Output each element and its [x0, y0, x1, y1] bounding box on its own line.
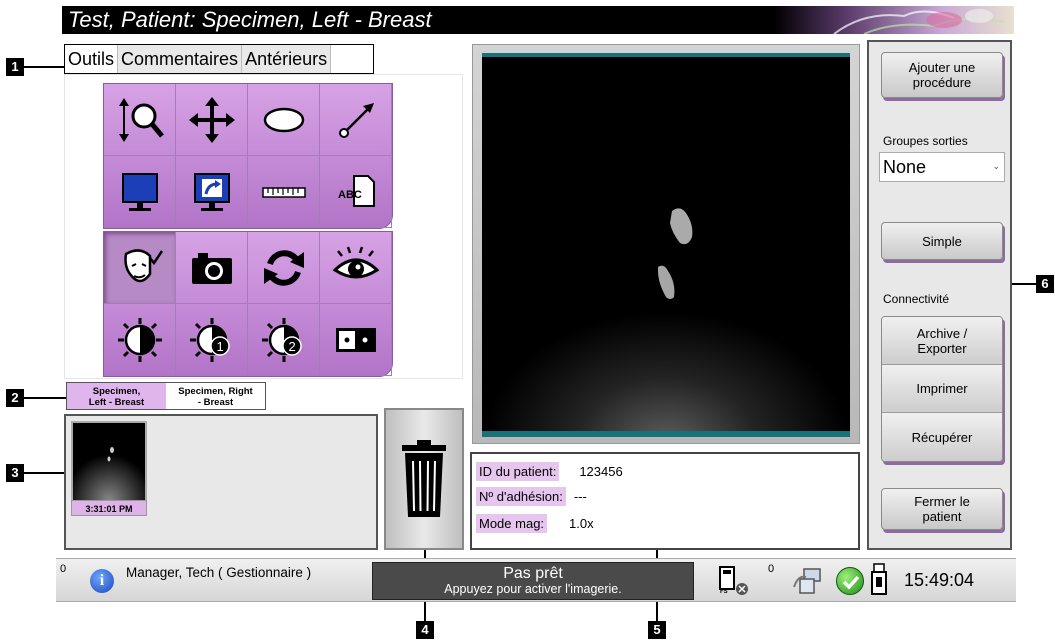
refresh-icon[interactable]: [248, 232, 320, 304]
title-bar: Test, Patient: Specimen, Left - Breast: [62, 6, 1014, 34]
arrow-icon[interactable]: [320, 84, 392, 156]
archive-export-button[interactable]: Archive / Exporter: [882, 317, 1002, 365]
tools-panel: ABC 1 2: [64, 74, 463, 379]
window-level-icon[interactable]: [320, 304, 392, 376]
output-groups-select[interactable]: None ⌄: [879, 152, 1005, 182]
patient-title: Test, Patient: Specimen, Left - Breast: [68, 7, 432, 32]
send-monitor-icon[interactable]: [176, 156, 248, 228]
image-viewer[interactable]: [482, 53, 850, 437]
camera-icon[interactable]: [176, 232, 248, 304]
usb-device-icon[interactable]: [870, 563, 888, 599]
not-ready-subtitle: Appuyez pour activer l'imagerie.: [444, 582, 622, 596]
trash-icon: [402, 440, 446, 517]
tab-outils[interactable]: Outils: [65, 45, 119, 73]
action-panel: Ajouter une procédure Groupes sorties No…: [867, 40, 1012, 550]
status-bar: 0 i Manager, Tech ( Gestionnaire ) Pas p…: [56, 558, 1016, 602]
tool-tabs: Outils Commentaires Antérieurs: [64, 44, 374, 74]
eye-icon[interactable]: [320, 232, 392, 304]
specimen-tab-left-breast[interactable]: Specimen, Left - Breast: [67, 383, 166, 409]
flower-banner-image: [774, 6, 1014, 34]
connectivity-label: Connectivité: [883, 292, 950, 306]
not-ready-status-button[interactable]: Pas prêt Appuyez pour activer l'imagerie…: [372, 562, 694, 600]
info-icon[interactable]: i: [90, 569, 114, 593]
callout-1-leader: [24, 66, 64, 68]
contrast-2-icon[interactable]: 2: [248, 304, 320, 376]
not-ready-title: Pas prêt: [503, 565, 563, 582]
accession-label: Nº d'adhésion:: [476, 487, 566, 506]
trash-button[interactable]: [384, 408, 464, 550]
callout-6-leader: [1012, 283, 1036, 285]
svg-text:ABC: ABC: [338, 189, 362, 201]
image-viewer-frame: [472, 44, 860, 444]
callout-6: 6: [1036, 275, 1054, 293]
callout-3: 3: [6, 464, 24, 482]
monitor-icon[interactable]: [104, 156, 176, 228]
chevron-down-icon: ⌄: [992, 161, 1000, 171]
callout-2: 2: [6, 389, 24, 407]
svg-text:1: 1: [216, 339, 223, 354]
callout-4: 4: [416, 621, 434, 639]
close-patient-button[interactable]: Fermer le patient: [881, 488, 1003, 530]
zoom-icon[interactable]: [104, 84, 176, 156]
specimen-image: [658, 208, 693, 299]
callout-5: 5: [648, 621, 666, 639]
ruler-icon[interactable]: [248, 156, 320, 228]
connectivity-buttons: Archive / Exporter Imprimer Récupérer: [881, 316, 1003, 462]
ellipse-icon[interactable]: [248, 84, 320, 156]
mag-mode-value: 1.0x: [569, 516, 594, 531]
detector-disconnected-icon[interactable]: FS: [716, 565, 750, 597]
mag-mode-label: Mode mag:: [476, 514, 548, 533]
tool-group-view: 1 2: [103, 231, 393, 377]
svg-text:2: 2: [288, 339, 295, 354]
patient-id-label: ID du patient:: [476, 462, 560, 481]
alarm-count: 0: [60, 563, 67, 575]
add-procedure-button[interactable]: Ajouter une procédure: [881, 52, 1003, 98]
check-status-icon[interactable]: [836, 567, 864, 595]
specimen-tab-right-breast[interactable]: Specimen, Right - Breast: [166, 383, 265, 409]
accession-value: ---: [573, 489, 587, 504]
thumbnail-area: 3:31:01 PM: [64, 414, 378, 550]
clock: 15:49:04: [904, 570, 975, 590]
callout-1: 1: [6, 58, 24, 76]
patient-info-panel: ID du patient: 123456 Nº d'adhésion: ---…: [470, 452, 860, 550]
callout-3-leader: [24, 472, 64, 474]
callout-2-leader: [24, 397, 66, 399]
output-groups-value: None: [883, 157, 927, 177]
specimen-tabs: Specimen, Left - Breast Specimen, Right …: [66, 382, 266, 410]
abc-note-icon[interactable]: ABC: [320, 156, 392, 228]
retrieve-button[interactable]: Récupérer: [882, 413, 1002, 461]
tab-anterieurs[interactable]: Antérieurs: [242, 45, 332, 73]
tab-commentaires[interactable]: Commentaires: [118, 45, 243, 73]
thumbnail-image: [73, 423, 145, 501]
tool-group-annotation: ABC: [103, 83, 393, 229]
output-groups-label: Groupes sorties: [883, 134, 968, 148]
network-computer-icon[interactable]: [790, 565, 826, 597]
contrast-icon[interactable]: [104, 304, 176, 376]
patient-id-value: 123456: [579, 464, 623, 479]
svg-text:FS: FS: [720, 589, 728, 595]
thumbnail-timestamp: 3:31:01 PM: [71, 500, 147, 516]
print-button[interactable]: Imprimer: [882, 365, 1002, 413]
contrast-1-icon[interactable]: 1: [176, 304, 248, 376]
simple-button[interactable]: Simple: [881, 222, 1003, 260]
user-name[interactable]: Manager, Tech ( Gestionnaire ): [126, 565, 311, 580]
face-check-icon[interactable]: [104, 232, 176, 304]
queue-count: 0: [768, 563, 775, 575]
pan-icon[interactable]: [176, 84, 248, 156]
